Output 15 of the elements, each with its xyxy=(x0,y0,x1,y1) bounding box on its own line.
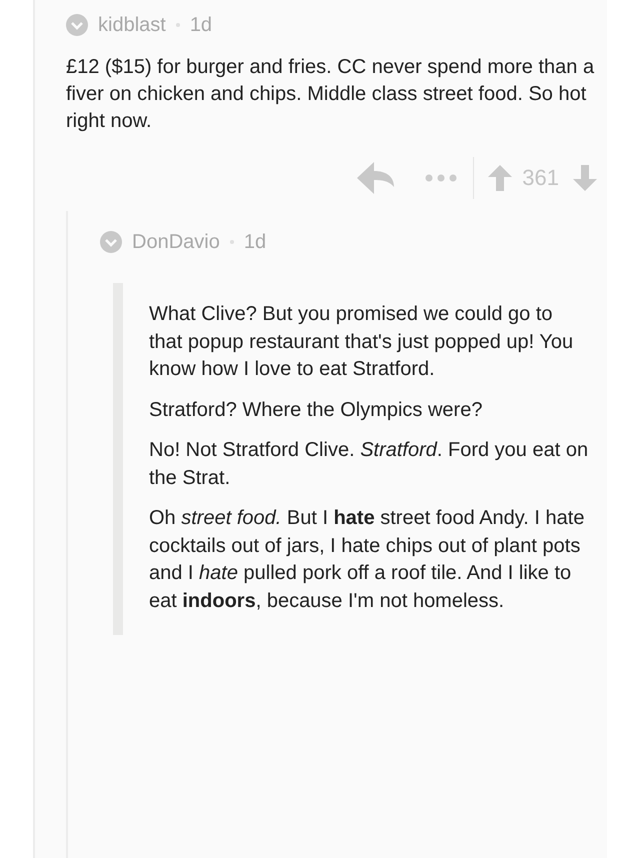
username[interactable]: DonDavio xyxy=(132,230,220,254)
downvote-icon[interactable] xyxy=(573,165,597,191)
quote-paragraph: What Clive? But you promised we could go to that popup restaurant that's just popped up! You know how I love to eat Stratford. xyxy=(149,302,574,382)
quote-paragraph: Stratford? Where the Olympics were? xyxy=(149,398,484,422)
quote-paragraph: No! Not Stratford Clive. Stratford. Ford you eat on the Strat. xyxy=(149,438,589,490)
username[interactable]: kidblast xyxy=(98,14,166,36)
collapse-icon[interactable] xyxy=(100,231,122,253)
comment-age: 1d xyxy=(190,14,212,36)
collapse-icon[interactable] xyxy=(66,14,88,36)
upvote-icon[interactable] xyxy=(488,165,512,191)
more-icon[interactable] xyxy=(425,174,458,182)
reply-icon[interactable] xyxy=(357,162,396,194)
comment-age: 1d xyxy=(244,230,266,254)
quote-paragraph: Oh street food. But I hate street food Andy. I hate cocktails out of jars, I hate chips out of plant pots and I hate pulled pork off a roof tile. And I like to eat indoors, because I'm not homeless. xyxy=(149,506,586,614)
comment-text: £12 ($15) for burger and fries. CC never spend more than a fiver on chicken and chips. Middle class street food. So hot right now. xyxy=(66,55,596,134)
